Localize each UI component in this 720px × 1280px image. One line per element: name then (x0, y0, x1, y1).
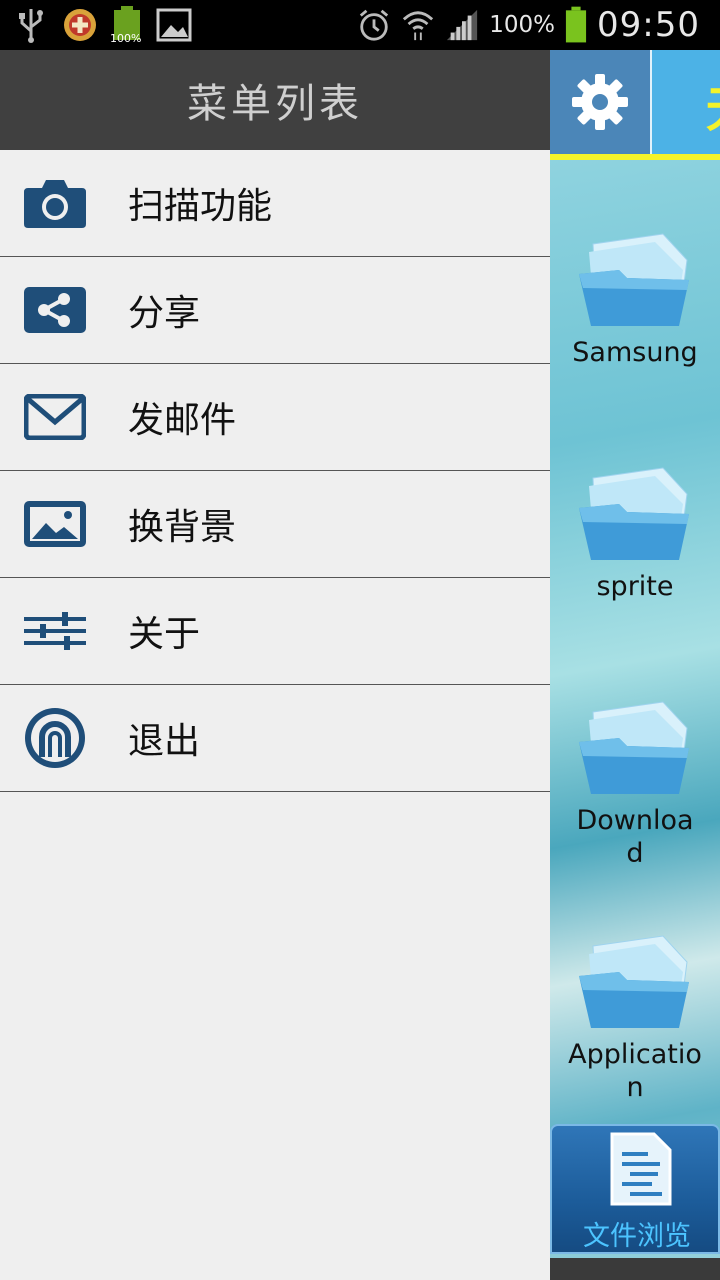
folder-item-download[interactable]: Download (550, 698, 720, 870)
camera-icon (24, 172, 86, 234)
status-bar-left: 100% (14, 6, 192, 45)
folder-item-application[interactable]: Application (550, 932, 720, 1104)
image-icon (156, 8, 192, 42)
folder-label: Download (576, 805, 694, 869)
app-notification-icon (64, 9, 96, 41)
tab-title-partial[interactable]: 无 (706, 70, 720, 140)
folder-item-samsung[interactable]: Samsung (550, 230, 720, 369)
status-bar: 100% 100% 09:50 (0, 0, 720, 50)
bottom-strip (550, 1258, 720, 1280)
file-browser-tab-label: 文件浏览 (583, 1221, 691, 1252)
tab-indicator (550, 154, 720, 160)
clock: 09:50 (597, 5, 700, 45)
menu-item-about[interactable]: 关于 (0, 578, 550, 685)
menu-item-label: 退出 (128, 721, 201, 762)
settings-button[interactable] (550, 50, 650, 154)
menu-item-label: 换背景 (128, 507, 237, 548)
file-browser-tab[interactable]: 文件浏览 (550, 1124, 720, 1254)
battery-full-notification-icon: 100% (110, 6, 142, 45)
folder-label: Application (568, 1039, 702, 1103)
alarm-icon (360, 9, 389, 41)
document-icon (610, 1132, 672, 1206)
menu-list: 扫描功能 分享 发邮件 换背景 关于 退出 (0, 150, 550, 792)
menu-item-label: 分享 (128, 293, 201, 334)
battery-percent: 100% (489, 12, 556, 38)
folder-label: Samsung (572, 337, 698, 368)
signal-icon (447, 9, 478, 41)
menu-item-email[interactable]: 发邮件 (0, 364, 550, 471)
power-icon (24, 707, 86, 769)
folder-item-sprite[interactable]: sprite (550, 464, 720, 603)
menu-item-scan[interactable]: 扫描功能 (0, 150, 550, 257)
usb-icon (19, 9, 43, 43)
battery-icon (565, 6, 587, 43)
folder-label: sprite (596, 571, 674, 602)
navigation-drawer: 菜单列表 扫描功能 分享 发邮件 换背景 关于 退出 (0, 50, 550, 1280)
menu-item-label: 扫描功能 (128, 186, 273, 227)
tab-divider (650, 50, 652, 154)
menu-item-label: 发邮件 (128, 400, 237, 441)
mail-icon (24, 386, 86, 448)
menu-item-background[interactable]: 换背景 (0, 471, 550, 578)
battery-mini-label: 100% (110, 32, 142, 45)
main-content: 无 Samsung sprite Download (550, 50, 720, 1280)
share-icon (24, 279, 86, 341)
picture-icon (24, 493, 86, 555)
drawer-header: 菜单列表 (0, 50, 550, 150)
folder-icon (579, 467, 689, 560)
menu-item-exit[interactable]: 退出 (0, 685, 550, 792)
wifi-icon (403, 11, 434, 41)
top-tab-bar: 无 (550, 50, 720, 154)
folder-icon (579, 233, 689, 326)
drawer-title: 菜单列表 (187, 81, 363, 127)
gear-icon (572, 74, 628, 130)
status-bar-right: 100% 09:50 (357, 0, 700, 50)
sliders-icon (24, 600, 86, 662)
menu-item-share[interactable]: 分享 (0, 257, 550, 364)
folder-icon (579, 935, 689, 1028)
menu-item-label: 关于 (128, 614, 201, 655)
folder-icon (579, 701, 689, 794)
